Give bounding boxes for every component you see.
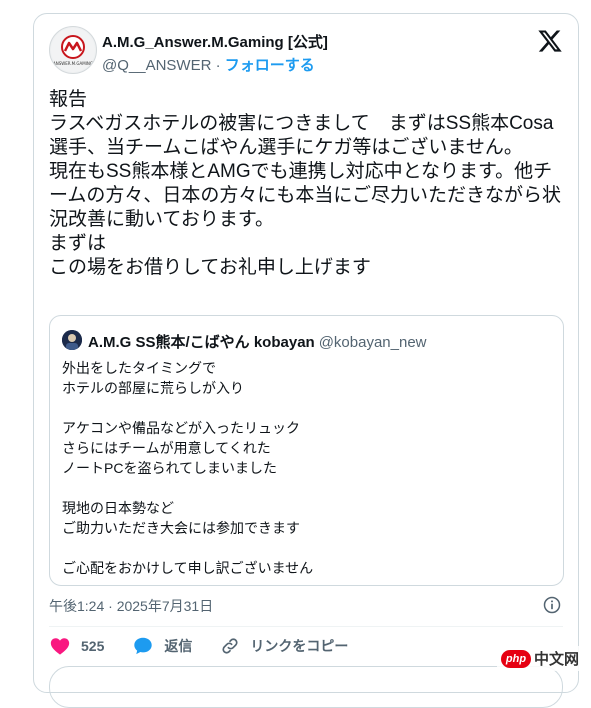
handle[interactable]: @Q__ANSWER [102, 57, 211, 74]
action-bar: 525 返信 リンクをコピー [49, 634, 376, 658]
tweet-header: ANSWER.M.GAMING A.M.G_Answer.M.Gaming [公… [49, 26, 563, 76]
separator: · [211, 57, 224, 74]
copy-link-label: リンクをコピー [250, 636, 348, 656]
quote-handle: @kobayan_new [319, 334, 427, 351]
info-icon[interactable] [542, 595, 562, 615]
display-name[interactable]: A.M.G_Answer.M.Gaming [公式] [102, 31, 328, 52]
avatar[interactable]: ANSWER.M.GAMING [49, 26, 97, 74]
x-logo-icon[interactable] [537, 28, 563, 54]
quote-author: A.M.G SS熊本/こばやん kobayan@kobayan_new [88, 331, 427, 352]
tweet-card: ANSWER.M.GAMING A.M.G_Answer.M.Gaming [公… [33, 13, 579, 693]
watermark-text: 中文网 [534, 648, 579, 669]
reply-icon [132, 635, 154, 657]
reply-label: 返信 [164, 636, 192, 656]
like-count: 525 [81, 638, 104, 654]
handle-line: @Q__ANSWER · フォローする [102, 54, 315, 75]
quoted-tweet[interactable]: A.M.G SS熊本/こばやん kobayan@kobayan_new 外出をし… [49, 315, 564, 586]
quote-avatar [62, 330, 82, 350]
link-icon [220, 636, 240, 656]
quote-display-name: A.M.G SS熊本/こばやん kobayan [88, 334, 315, 351]
reply-button[interactable]: 返信 [132, 635, 192, 657]
quote-avatar-image [62, 330, 82, 350]
svg-text:ANSWER.M.GAMING: ANSWER.M.GAMING [53, 61, 93, 66]
follow-button[interactable]: フォローする [225, 57, 315, 74]
timestamp[interactable]: 午後1:24 · 2025年7月31日 [49, 596, 213, 616]
heart-icon [49, 635, 71, 657]
tweet-text: 報告 ラスベガスホテルの被害につきまして まずはSS熊本Cosa選手、当チームこ… [49, 88, 569, 280]
quote-text: 外出をしたタイミングで ホテルの部屋に荒らしが入り アケコンや備品などが入ったリ… [62, 358, 552, 578]
copy-link-button[interactable]: リンクをコピー [220, 636, 348, 656]
avatar-logo: ANSWER.M.GAMING [50, 27, 96, 73]
divider [49, 626, 563, 627]
read-replies-button[interactable] [49, 666, 563, 708]
like-button[interactable]: 525 [49, 635, 104, 657]
php-logo: php [501, 650, 531, 668]
watermark: php 中文网 [497, 646, 583, 671]
